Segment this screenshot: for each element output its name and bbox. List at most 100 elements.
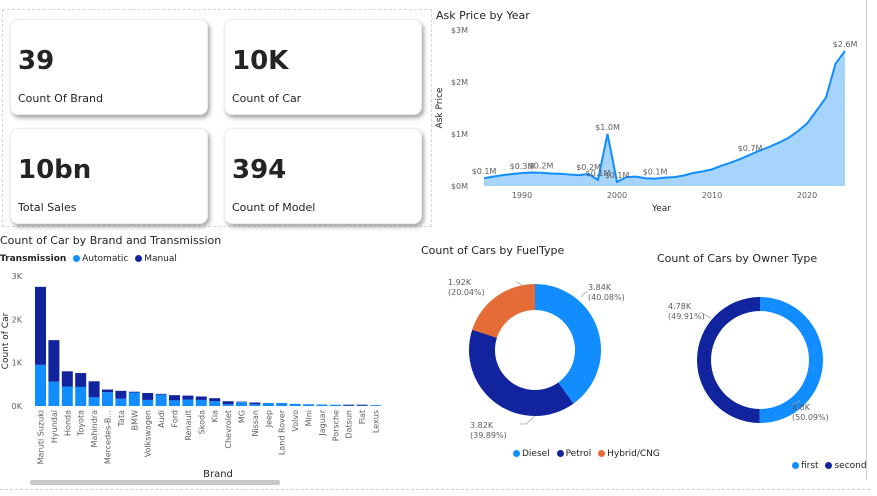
y-axis-title: Ask Price [435,87,445,128]
legend-dot-petrol [556,450,564,457]
bar-manual [195,396,207,400]
chart-scrollbar[interactable] [30,480,280,485]
x-tick-label: Land Rover [278,409,287,455]
owner-chart-title: Count of Cars by Owner Type [657,252,818,265]
slice-percent-label: (20.04%) [448,288,485,297]
x-tick-label: Volvo [291,410,300,432]
legend-dot-automatic [73,255,81,262]
card-count-of-brand: 39 Count Of Brand [10,19,208,115]
bar-automatic [236,402,247,406]
card-total-sales: 10bn Total Sales [10,128,208,224]
x-tick-label: Lexus [372,410,381,433]
bar-manual [128,391,140,393]
slice-value-label: 3.82K [470,421,494,430]
bar-automatic [316,404,328,406]
legend-dot-hybrid [598,450,606,457]
x-tick-label: MG [238,410,247,423]
data-label: $1.0M [595,123,620,132]
bar-automatic [102,392,113,406]
fuel-legend: Diesel Petrol Hybrid/CNG [509,449,660,459]
x-tick-label: 2000 [607,191,627,200]
right-border [866,0,867,480]
brand-bar-chart: 0K 1K 2K 3K Maruti Suzuki Hyundai Honda Toyota M… [1,272,381,480]
card-label: Count of Car [232,92,302,105]
bar-automatic [329,404,341,406]
bar-automatic [61,386,73,406]
legend-second[interactable]: second [834,461,866,471]
card-value: 39 [18,46,55,76]
y-tick-label: $2M [451,78,468,87]
bar-automatic [128,392,140,406]
ask-price-chart-title: Ask Price by Year [436,9,530,22]
x-tick-label: BMW [130,410,139,430]
bar-automatic [262,402,274,406]
data-label: $2.6M [833,40,858,49]
legend-first[interactable]: first [801,461,819,471]
data-label: $0.7M [738,144,763,153]
slice-value-label: 4.78K [668,302,692,311]
leader-line [580,291,588,298]
card-label: Total Sales [18,201,77,214]
bar-manual [75,373,87,387]
x-tick-label: Audi [157,410,166,428]
slice-percent-label: (40.08%) [588,293,625,302]
bar-manual [356,404,368,406]
legend-automatic[interactable]: Automatic [82,254,128,264]
x-tick-label: Renault [184,410,193,441]
legend-petrol[interactable]: Petrol [566,449,592,459]
card-value: 10K [232,46,289,76]
bar-automatic [195,399,207,406]
x-tick-label: Toyota [77,410,86,437]
bar-manual [343,404,355,406]
legend-diesel[interactable]: Diesel [522,449,550,459]
slice-value-label: 4.8K [792,403,811,412]
x-tick-label: Mini [305,410,314,426]
bar-automatic [222,404,234,406]
bar-automatic [35,364,46,406]
x-tick-label: Hyundai [50,410,59,443]
card-value: 10bn [18,155,92,185]
bar-manual [35,286,46,365]
x-tick-label: Volkswagen [144,410,153,457]
owner-donut-chart: 4.8K(50.09%) 4.78K(49.91%) [668,297,829,423]
leader-line [515,281,525,287]
y-tick-label: 0K [12,402,23,411]
x-tick-label: Kia [211,410,220,422]
ask-price-area-chart: $0M$1M$2M$3M1990 2000 2010 2020$0.1M$0.3M$0… [435,26,858,214]
bar-manual [142,393,154,400]
y-tick-label: $0M [451,182,468,191]
fuel-chart-title: Count of Cars by FuelType [421,244,565,257]
bar-manual [88,381,100,398]
data-label: $0.1M [643,168,668,177]
y-axis-title: Count of Car [1,312,11,369]
slice-value-label: 1.92K [448,278,472,287]
x-tick-label: 2010 [702,191,722,200]
bar-manual [155,393,167,395]
x-tick-label: Honda [63,410,72,436]
x-tick-label: Fiat [358,410,367,424]
slice-percent-label: (49.91%) [668,312,705,321]
slice-petrol [469,329,574,416]
x-tick-label: Skoda [197,410,206,434]
x-tick-label: 1990 [512,191,532,200]
transmission-legend: Transmission Automatic Manual [0,254,177,264]
owner-legend: first second [788,461,867,471]
slice-percent-label: (39.89%) [470,431,507,440]
x-tick-label: Ford [171,410,180,427]
x-tick-label: Jeep [264,410,273,428]
x-tick-label: Tata [117,410,126,428]
x-tick-label: Jaguar [318,409,327,436]
x-tick-label: Porsche [331,410,340,441]
bar-automatic [142,399,154,406]
bar-manual [169,395,180,401]
bar-automatic [303,404,314,406]
x-tick-label: Nissan [251,410,260,437]
bar-automatic [169,400,180,406]
bar-automatic [88,397,100,406]
bar-manual [48,340,60,382]
legend-manual[interactable]: Manual [144,254,177,264]
bar-automatic [75,386,87,406]
data-label: $0.1M [472,167,497,176]
card-count-of-car: 10K Count of Car [224,19,422,115]
legend-hybrid[interactable]: Hybrid/CNG [607,449,660,459]
